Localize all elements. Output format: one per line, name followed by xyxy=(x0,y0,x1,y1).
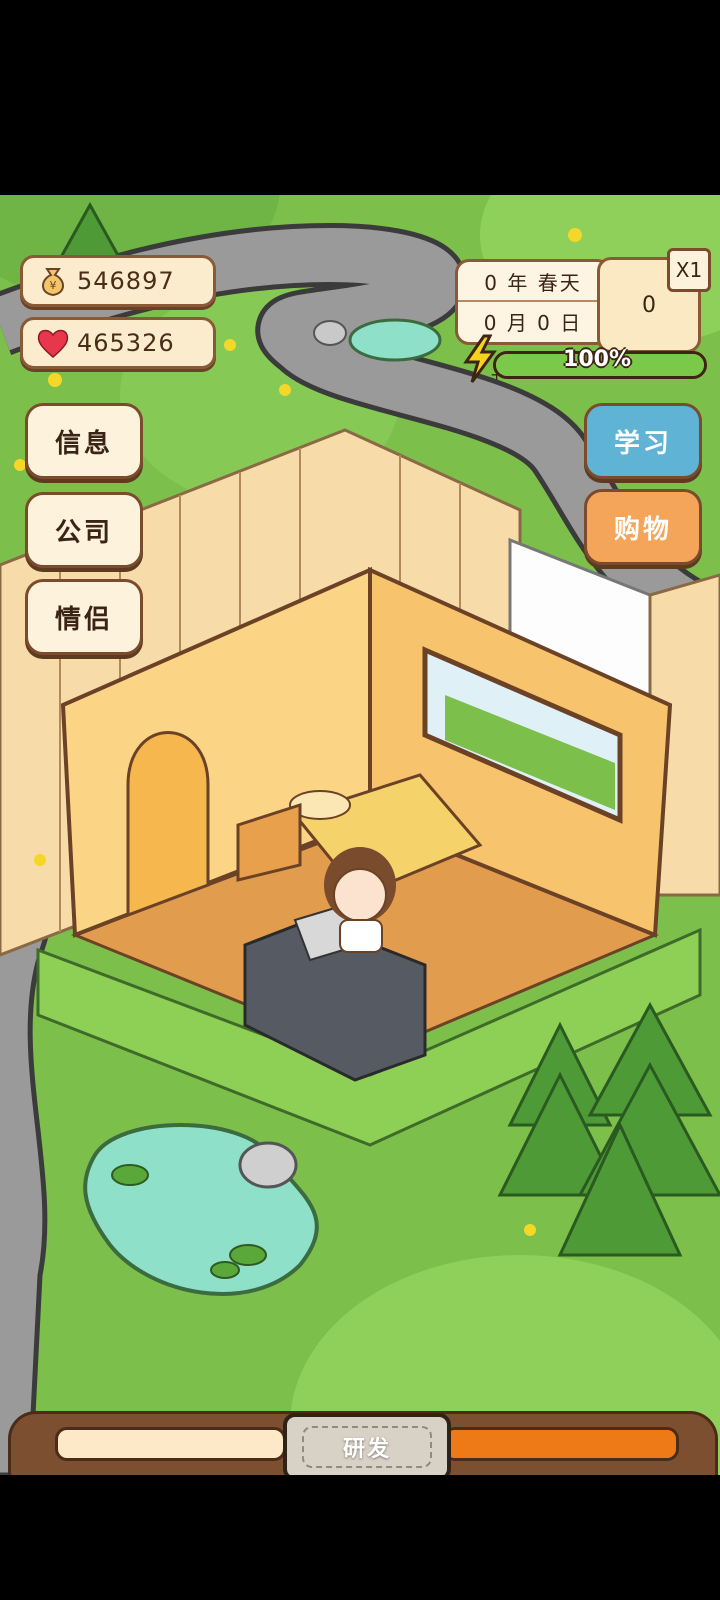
energy-percent-label: 100% xyxy=(563,347,631,372)
shop-button[interactable]: 购物 xyxy=(584,489,702,565)
room-scene xyxy=(0,195,720,1475)
game-screen: ¥ 546897 465326 0 年 春天 0 月 0 日 0 X1 100%… xyxy=(0,195,720,1475)
lightning-bolt-icon[interactable]: + xyxy=(460,334,502,384)
couple-button[interactable]: 情侣 xyxy=(25,579,143,655)
svg-text:¥: ¥ xyxy=(50,279,57,292)
info-button[interactable]: 信息 xyxy=(25,403,143,479)
affection-counter: 465326 xyxy=(20,317,216,369)
door xyxy=(126,731,210,918)
affection-value: 465326 xyxy=(77,329,175,357)
left-progress-bar xyxy=(55,1427,286,1461)
company-button[interactable]: 公司 xyxy=(25,492,143,568)
right-progress-bar xyxy=(443,1427,679,1461)
research-button[interactable]: 研发 xyxy=(283,1413,451,1475)
calendar-panel: 0 年 春天 0 月 0 日 xyxy=(455,259,611,345)
rock xyxy=(238,1141,298,1189)
right-progress-fill xyxy=(446,1430,676,1458)
svg-text:+: + xyxy=(490,365,502,384)
research-label: 研发 xyxy=(302,1426,432,1468)
small-pond xyxy=(348,318,442,362)
portrait-label: 0 xyxy=(642,292,656,318)
money-bag-icon: ¥ xyxy=(42,268,64,297)
speed-button[interactable]: X1 xyxy=(667,248,711,292)
year-season-label: 0 年 春天 xyxy=(484,270,582,295)
money-value: 546897 xyxy=(77,267,175,295)
heart-icon xyxy=(37,329,69,358)
study-button[interactable]: 学习 xyxy=(584,403,702,479)
rock xyxy=(313,320,347,346)
character-face xyxy=(333,868,387,922)
character-body xyxy=(339,919,383,953)
money-counter: ¥ 546897 xyxy=(20,255,216,307)
